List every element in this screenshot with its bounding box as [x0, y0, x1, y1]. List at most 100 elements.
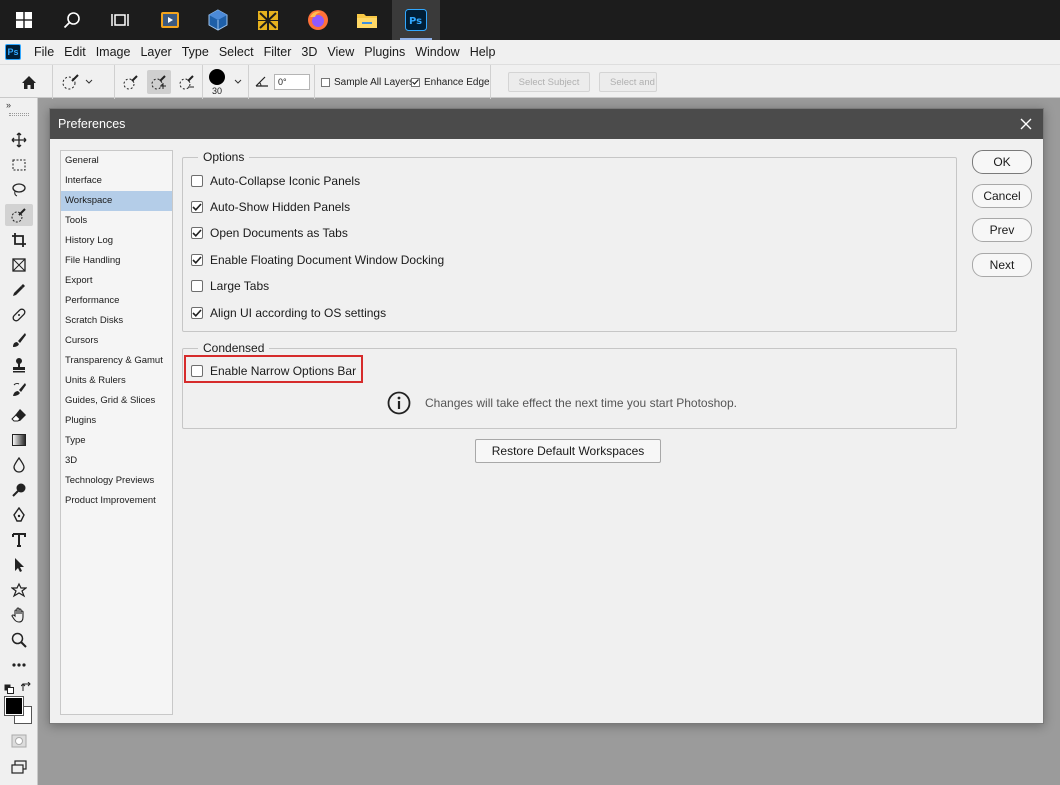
nav-item-history-log[interactable]: History Log: [61, 231, 172, 251]
prev-button[interactable]: Prev: [972, 218, 1032, 242]
nav-item-interface[interactable]: Interface: [61, 171, 172, 191]
menu-file[interactable]: File: [29, 40, 59, 64]
menu-type[interactable]: Type: [177, 40, 214, 64]
sample-all-layers-label: Sample All Layers: [334, 76, 415, 88]
nav-item-transparency-gamut[interactable]: Transparency & Gamut: [61, 351, 172, 371]
close-icon[interactable]: [1017, 115, 1035, 133]
custom-shape-tool-icon[interactable]: [5, 579, 33, 601]
nav-item-tools[interactable]: Tools: [61, 211, 172, 231]
path-selection-tool-icon[interactable]: [5, 554, 33, 576]
nav-item-guides-grid-slices[interactable]: Guides, Grid & Slices: [61, 391, 172, 411]
menu-edit[interactable]: Edit: [59, 40, 91, 64]
type-tool-icon[interactable]: [5, 529, 33, 551]
gradient-tool-icon[interactable]: [5, 429, 33, 451]
eyedropper-tool-icon[interactable]: [5, 279, 33, 301]
home-icon[interactable]: [17, 70, 41, 94]
new-selection-icon[interactable]: [119, 70, 143, 94]
move-tool-icon[interactable]: [5, 129, 33, 151]
app-icon[interactable]: [244, 0, 292, 40]
panel-grip[interactable]: [9, 113, 29, 116]
photoshop-icon[interactable]: Ps: [392, 0, 440, 40]
restore-default-workspaces-button[interactable]: Restore Default Workspaces: [475, 439, 661, 463]
nav-item-performance[interactable]: Performance: [61, 291, 172, 311]
cancel-button[interactable]: Cancel: [972, 184, 1032, 208]
angle-input[interactable]: 0°: [274, 74, 310, 90]
virtualbox-icon[interactable]: [194, 0, 242, 40]
large-tabs-checkbox[interactable]: [191, 280, 203, 292]
search-icon[interactable]: [48, 0, 96, 40]
menu-view[interactable]: View: [322, 40, 359, 64]
sample-all-layers-checkbox[interactable]: [321, 77, 330, 87]
enable-floating-document-window-docking-option[interactable]: Enable Floating Document Window Docking: [191, 252, 444, 268]
next-button[interactable]: Next: [972, 253, 1032, 277]
select-subject-button[interactable]: Select Subject: [508, 72, 590, 92]
menu-layer[interactable]: Layer: [135, 40, 176, 64]
marquee-tool-icon[interactable]: [5, 154, 33, 176]
history-brush-tool-icon[interactable]: [5, 379, 33, 401]
firefox-icon[interactable]: [294, 0, 342, 40]
menu-window[interactable]: Window: [410, 40, 464, 64]
enable-floating-document-window-docking-checkbox[interactable]: [191, 254, 203, 266]
menu-plugins[interactable]: Plugins: [359, 40, 410, 64]
menu-help[interactable]: Help: [465, 40, 501, 64]
menu-select[interactable]: Select: [214, 40, 259, 64]
open-documents-as-tabs-checkbox[interactable]: [191, 227, 203, 239]
nav-item-plugins[interactable]: Plugins: [61, 411, 172, 431]
nav-item-cursors[interactable]: Cursors: [61, 331, 172, 351]
menu-3d[interactable]: 3D: [296, 40, 322, 64]
more-tools-icon[interactable]: [5, 654, 33, 676]
windows-start-icon[interactable]: [0, 0, 48, 40]
ok-button[interactable]: OK: [972, 150, 1032, 174]
chevron-down-icon[interactable]: [234, 77, 242, 88]
media-player-icon[interactable]: [146, 0, 194, 40]
select-and-mask-button[interactable]: Select and: [599, 72, 657, 92]
nav-item-3d[interactable]: 3D: [61, 451, 172, 471]
eraser-tool-icon[interactable]: [5, 404, 33, 426]
dodge-tool-icon[interactable]: [5, 479, 33, 501]
open-documents-as-tabs-option[interactable]: Open Documents as Tabs: [191, 225, 348, 241]
auto-show-hidden-panels-checkbox[interactable]: [191, 201, 203, 213]
auto-collapse-iconic-panels-option[interactable]: Auto-Collapse Iconic Panels: [191, 173, 360, 189]
pen-tool-icon[interactable]: [5, 504, 33, 526]
auto-show-hidden-panels-option[interactable]: Auto-Show Hidden Panels: [191, 199, 350, 215]
foreground-color-swatch[interactable]: [4, 696, 24, 716]
nav-item-file-handling[interactable]: File Handling: [61, 251, 172, 271]
color-swatches[interactable]: [4, 696, 34, 726]
clone-stamp-tool-icon[interactable]: [5, 354, 33, 376]
nav-item-workspace[interactable]: Workspace: [61, 191, 172, 211]
nav-item-general[interactable]: General: [61, 151, 172, 171]
frame-tool-icon[interactable]: [5, 254, 33, 276]
align-ui-os-settings-option[interactable]: Align UI according to OS settings: [191, 305, 386, 321]
add-to-selection-icon[interactable]: [147, 70, 171, 94]
zoom-tool-icon[interactable]: [5, 629, 33, 651]
menu-image[interactable]: Image: [91, 40, 136, 64]
enhance-edge-checkbox[interactable]: [411, 77, 420, 87]
task-view-icon[interactable]: [96, 0, 144, 40]
quick-selection-tool-icon[interactable]: [5, 204, 33, 226]
auto-collapse-iconic-panels-checkbox[interactable]: [191, 175, 203, 187]
large-tabs-option[interactable]: Large Tabs: [191, 278, 269, 294]
screen-mode-icon[interactable]: [5, 756, 33, 778]
hand-tool-icon[interactable]: [5, 604, 33, 626]
nav-item-units-rulers[interactable]: Units & Rulers: [61, 371, 172, 391]
align-ui-os-settings-label: Align UI according to OS settings: [210, 306, 387, 320]
quick-mask-icon[interactable]: [5, 730, 33, 752]
nav-item-export[interactable]: Export: [61, 271, 172, 291]
crop-tool-icon[interactable]: [5, 229, 33, 251]
expand-panel-icon[interactable]: »: [6, 100, 11, 110]
align-ui-os-settings-checkbox[interactable]: [191, 307, 203, 319]
chevron-down-icon[interactable]: [85, 77, 93, 88]
file-explorer-icon[interactable]: [343, 0, 391, 40]
brush-tool-icon[interactable]: [5, 329, 33, 351]
healing-brush-tool-icon[interactable]: [5, 304, 33, 326]
blur-tool-icon[interactable]: [5, 454, 33, 476]
nav-item-technology-previews[interactable]: Technology Previews: [61, 471, 172, 491]
brush-preview-icon[interactable]: [209, 68, 225, 85]
quick-selection-preset-icon[interactable]: [59, 70, 83, 94]
nav-item-type[interactable]: Type: [61, 431, 172, 451]
menu-filter[interactable]: Filter: [259, 40, 297, 64]
subtract-from-selection-icon[interactable]: [175, 70, 199, 94]
nav-item-product-improvement[interactable]: Product Improvement: [61, 491, 172, 511]
lasso-tool-icon[interactable]: [5, 179, 33, 201]
nav-item-scratch-disks[interactable]: Scratch Disks: [61, 311, 172, 331]
